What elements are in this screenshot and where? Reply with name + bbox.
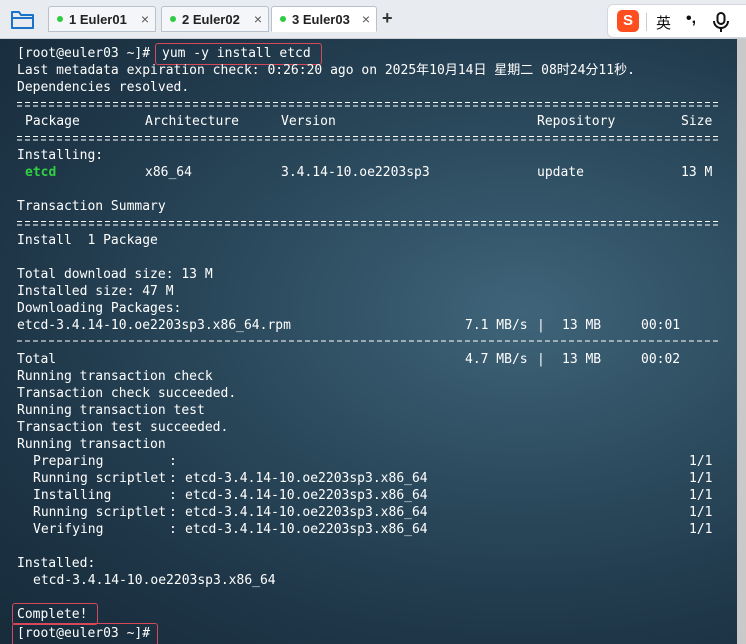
- colon: :: [169, 454, 177, 469]
- double-rule: [17, 102, 721, 107]
- tab-euler02[interactable]: 2 Euler02 ×: [161, 6, 269, 32]
- step-count: 1/1: [689, 505, 713, 520]
- colon: :: [169, 488, 177, 503]
- punctuation-toggle[interactable]: •,: [686, 10, 696, 28]
- complete-highlight: [12, 603, 98, 625]
- step-package: etcd-3.4.14-10.oe2203sp3.x86_64: [185, 505, 428, 520]
- transaction-summary: Transaction Summary: [17, 199, 166, 214]
- step-name: Running scriptlet: [33, 471, 167, 486]
- col-size: Size: [681, 114, 713, 129]
- total-size: 13 MB: [562, 352, 602, 367]
- step-name: Installing: [33, 488, 112, 503]
- status-dot-icon: [170, 16, 176, 22]
- step-count: 1/1: [689, 488, 713, 503]
- close-icon[interactable]: ×: [254, 11, 262, 27]
- tab-label: 3 Euler03: [292, 12, 350, 27]
- step-name: Preparing: [33, 454, 104, 469]
- total-download-size: Total download size: 13 M: [17, 267, 213, 282]
- tab-label: 1 Euler01: [69, 12, 127, 27]
- tab-label: 2 Euler02: [182, 12, 240, 27]
- col-repository: Repository: [537, 114, 616, 129]
- step-package: etcd-3.4.14-10.oe2203sp3.x86_64: [185, 488, 428, 503]
- step-count: 1/1: [689, 454, 713, 469]
- package-size: 13 M: [681, 165, 713, 180]
- sogou-logo-icon[interactable]: S: [617, 10, 639, 32]
- tab-euler03[interactable]: 3 Euler03 ×: [271, 6, 377, 32]
- col-architecture: Architecture: [145, 114, 239, 129]
- total-time: 00:02: [641, 352, 681, 367]
- step-name: Verifying: [33, 522, 104, 537]
- dependencies-line: Dependencies resolved.: [17, 80, 190, 95]
- col-package: Package: [25, 114, 80, 129]
- prompt: [root@euler03 ~]#: [17, 46, 151, 61]
- metadata-check-line: Last metadata expiration check: 0:26:20 …: [17, 63, 635, 78]
- check-succeeded: Transaction check succeeded.: [17, 386, 237, 401]
- downloading-label: Downloading Packages:: [17, 301, 182, 316]
- pipe: |: [537, 318, 545, 333]
- tab-euler01[interactable]: 1 Euler01 ×: [48, 6, 156, 32]
- step-count: 1/1: [689, 471, 713, 486]
- colon: :: [169, 471, 177, 486]
- colon: :: [169, 522, 177, 537]
- terminal[interactable]: [root@euler03 ~]# yum -y install etcd La…: [0, 39, 746, 644]
- running-test: Running transaction test: [17, 403, 205, 418]
- download-file: etcd-3.4.14-10.oe2203sp3.x86_64.rpm: [17, 318, 291, 333]
- pipe: |: [537, 352, 545, 367]
- microphone-icon[interactable]: [711, 11, 731, 33]
- package-name: etcd: [25, 165, 57, 180]
- close-icon[interactable]: ×: [362, 11, 370, 27]
- step-name: Running scriptlet: [33, 505, 167, 520]
- download-size: 13 MB: [562, 318, 602, 333]
- total-rate: 4.7 MB/s: [465, 352, 528, 367]
- ime-toolbar: S 英 •,: [607, 4, 746, 38]
- scrollbar[interactable]: [737, 39, 746, 644]
- folder-icon[interactable]: [10, 8, 36, 30]
- prompt-highlight: [12, 623, 158, 644]
- installed-size: Installed size: 47 M: [17, 284, 174, 299]
- install-count: Install 1 Package: [17, 233, 158, 248]
- double-rule: [17, 221, 721, 226]
- download-rate: 7.1 MB/s: [465, 318, 528, 333]
- divider: [646, 13, 647, 31]
- status-dot-icon: [57, 16, 63, 22]
- single-rule: [17, 340, 721, 342]
- package-version: 3.4.14-10.oe2203sp3: [281, 165, 430, 180]
- step-package: etcd-3.4.14-10.oe2203sp3.x86_64: [185, 471, 428, 486]
- package-arch: x86_64: [145, 165, 192, 180]
- running-transaction: Running transaction: [17, 437, 166, 452]
- running-check: Running transaction check: [17, 369, 213, 384]
- package-repo: update: [537, 165, 584, 180]
- installing-label: Installing:: [17, 148, 104, 163]
- download-time: 00:01: [641, 318, 681, 333]
- installed-package: etcd-3.4.14-10.oe2203sp3.x86_64: [33, 573, 276, 588]
- installed-label: Installed:: [17, 556, 96, 571]
- colon: :: [169, 505, 177, 520]
- new-tab-button[interactable]: +: [382, 8, 393, 29]
- step-package: etcd-3.4.14-10.oe2203sp3.x86_64: [185, 522, 428, 537]
- tab-bar: 1 Euler01 × 2 Euler02 × 3 Euler03 × + S …: [0, 0, 746, 39]
- status-dot-icon: [280, 16, 286, 22]
- ime-mode-toggle[interactable]: 英: [656, 12, 671, 33]
- close-icon[interactable]: ×: [141, 11, 149, 27]
- step-count: 1/1: [689, 522, 713, 537]
- double-rule: [17, 136, 721, 141]
- total-label: Total: [17, 352, 57, 367]
- test-succeeded: Transaction test succeeded.: [17, 420, 229, 435]
- col-version: Version: [281, 114, 336, 129]
